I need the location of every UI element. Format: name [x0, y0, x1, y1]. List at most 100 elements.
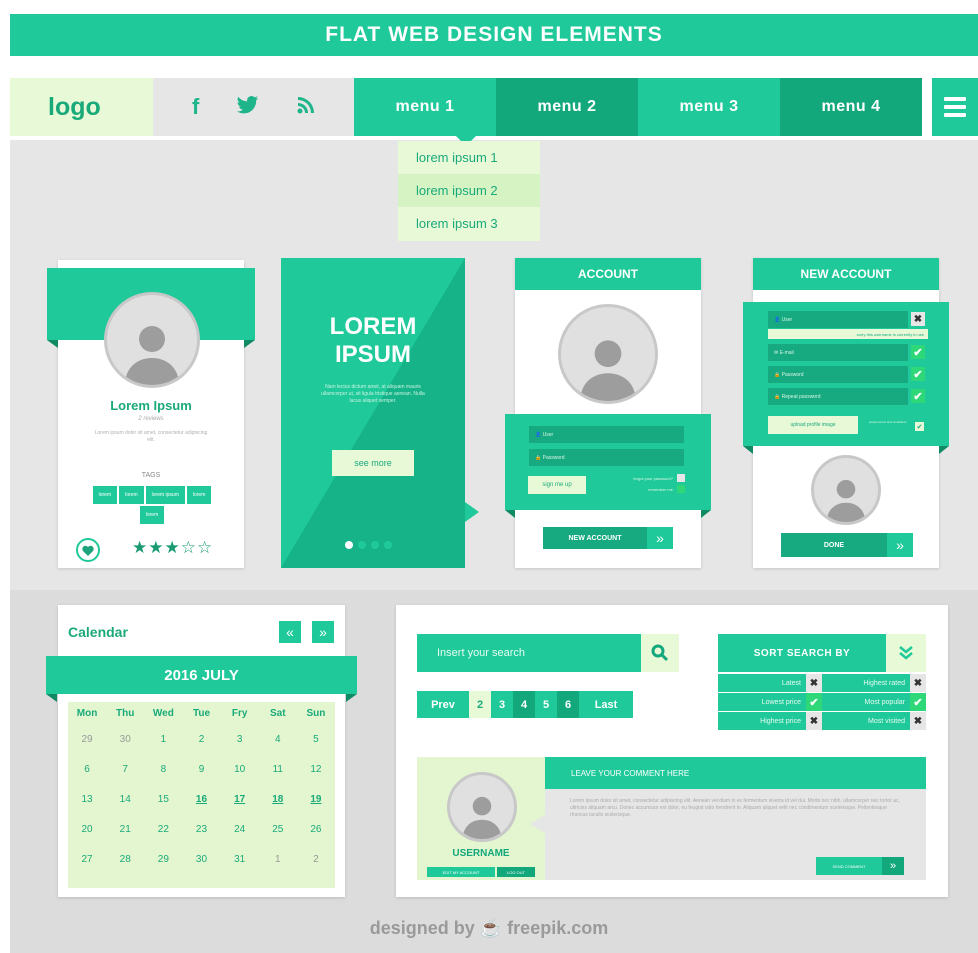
weekday-label: Thu [116, 707, 135, 719]
calendar-day[interactable]: 15 [144, 784, 182, 814]
calendar-prev-button[interactable]: « [279, 621, 301, 643]
new-account-button[interactable]: NEW ACCOUNT [543, 527, 647, 549]
calendar-day[interactable]: 4 [259, 724, 297, 754]
see-more-button[interactable]: see more [332, 450, 414, 476]
pagination-page-current[interactable]: 2 [469, 691, 491, 718]
tag[interactable]: lorem [119, 486, 144, 504]
username-input[interactable]: 👤 User [768, 311, 908, 328]
calendar-day[interactable]: 24 [221, 814, 259, 844]
sort-checkbox-checked[interactable]: ✔ [910, 693, 926, 711]
forgot-password-link[interactable]: forgot your password? [593, 476, 673, 481]
calendar-day[interactable]: 29 [144, 844, 182, 874]
upload-image-button[interactable]: upload profile image [768, 416, 858, 434]
calendar-day[interactable]: 5 [297, 724, 335, 754]
repeat-password-input[interactable]: 🔒 Repeat password [768, 388, 908, 405]
calendar-day[interactable]: 20 [68, 814, 106, 844]
search-input[interactable]: Insert your search [417, 634, 641, 672]
menu-item-2[interactable]: menu 2 [496, 78, 638, 136]
calendar-next-button[interactable]: » [312, 621, 334, 643]
arrow-right-icon[interactable]: » [887, 533, 913, 557]
terms-checkbox[interactable]: ✔ [915, 422, 924, 431]
calendar-day[interactable]: 12 [297, 754, 335, 784]
sort-toggle[interactable] [886, 634, 926, 672]
email-input[interactable]: ✉ E-mail [768, 344, 908, 361]
arrow-right-icon[interactable]: » [882, 857, 904, 875]
calendar-day[interactable]: 30 [106, 724, 144, 754]
sort-checkbox[interactable]: ✖ [806, 674, 822, 692]
calendar-day[interactable]: 1 [259, 844, 297, 874]
calendar-day[interactable]: 26 [297, 814, 335, 844]
calendar-day[interactable]: 13 [68, 784, 106, 814]
slider-next-pointer[interactable] [465, 502, 479, 522]
tag[interactable]: lorem [139, 506, 165, 524]
favorite-heart-icon[interactable] [76, 538, 100, 562]
star-rating[interactable]: ★★★☆☆ [132, 538, 213, 558]
pagination-prev[interactable]: Prev [417, 691, 469, 718]
send-comment-button[interactable]: SEND COMMENT [816, 857, 882, 875]
dropdown-item[interactable]: lorem ipsum 2 [398, 174, 540, 207]
pagination-page[interactable]: 5 [535, 691, 557, 718]
calendar-day[interactable]: 6 [68, 754, 106, 784]
menu-item-4[interactable]: menu 4 [780, 78, 922, 136]
calendar-day[interactable]: 11 [259, 754, 297, 784]
tag[interactable]: lorem [92, 486, 118, 504]
done-button[interactable]: DONE [781, 533, 887, 557]
slider-dot[interactable] [371, 541, 379, 549]
logo[interactable]: logo [10, 78, 153, 136]
pagination-page[interactable]: 3 [491, 691, 513, 718]
slider-dot-active[interactable] [345, 541, 353, 549]
hamburger-menu-icon[interactable] [932, 78, 978, 136]
logout-button[interactable]: LOG OUT [497, 867, 535, 877]
pagination-page[interactable]: 4 [513, 691, 535, 718]
slider-dot[interactable] [358, 541, 366, 549]
remember-checkbox[interactable] [677, 485, 685, 493]
pagination-last[interactable]: Last [579, 691, 633, 718]
menu-item-3[interactable]: menu 3 [638, 78, 780, 136]
sign-up-button[interactable]: sign me up [528, 476, 586, 494]
edit-account-button[interactable]: EDIT MY ACCOUNT [427, 867, 495, 877]
calendar-day-selected[interactable]: 17 [221, 784, 259, 814]
tag[interactable]: lorem ipsum [145, 486, 185, 504]
calendar-day[interactable]: 28 [106, 844, 144, 874]
calendar-day[interactable]: 25 [259, 814, 297, 844]
facebook-icon[interactable]: f [192, 94, 199, 120]
sort-checkbox[interactable]: ✖ [910, 712, 926, 730]
calendar-day[interactable]: 31 [221, 844, 259, 874]
password-input[interactable]: 🔒 Password [529, 449, 684, 466]
calendar-day-selected[interactable]: 16 [182, 784, 220, 814]
sort-checkbox[interactable]: ✖ [806, 712, 822, 730]
menu-item-1[interactable]: menu 1 [354, 78, 496, 136]
dropdown-item[interactable]: lorem ipsum 1 [398, 141, 540, 174]
pagination-page[interactable]: 6 [557, 691, 579, 718]
calendar-day[interactable]: 27 [68, 844, 106, 874]
twitter-icon[interactable] [237, 94, 259, 120]
calendar-day[interactable]: 29 [68, 724, 106, 754]
calendar-day[interactable]: 7 [106, 754, 144, 784]
checkbox[interactable] [677, 474, 685, 482]
calendar-day[interactable]: 8 [144, 754, 182, 784]
calendar-day[interactable]: 23 [182, 814, 220, 844]
rss-icon[interactable] [297, 94, 315, 120]
dropdown-item[interactable]: lorem ipsum 3 [398, 207, 540, 240]
calendar-day[interactable]: 21 [106, 814, 144, 844]
calendar-day[interactable]: 14 [106, 784, 144, 814]
arrow-right-icon[interactable]: » [647, 527, 673, 549]
calendar-day-selected[interactable]: 18 [259, 784, 297, 814]
calendar-day[interactable]: 2 [182, 724, 220, 754]
calendar-day[interactable]: 1 [144, 724, 182, 754]
tag[interactable]: lorem [186, 486, 212, 504]
calendar-day[interactable]: 30 [182, 844, 220, 874]
sort-checkbox[interactable]: ✖ [910, 674, 926, 692]
user-input[interactable]: 👤 User [529, 426, 684, 443]
calendar-month: 2016 JULY [46, 656, 357, 694]
slider-dot[interactable] [384, 541, 392, 549]
sort-checkbox-checked[interactable]: ✔ [806, 693, 822, 711]
calendar-day[interactable]: 3 [221, 724, 259, 754]
calendar-day[interactable]: 2 [297, 844, 335, 874]
calendar-day[interactable]: 10 [221, 754, 259, 784]
password-input[interactable]: 🔒 Password [768, 366, 908, 383]
calendar-day-selected[interactable]: 19 [297, 784, 335, 814]
search-button[interactable] [641, 634, 679, 672]
calendar-day[interactable]: 9 [182, 754, 220, 784]
calendar-day[interactable]: 22 [144, 814, 182, 844]
